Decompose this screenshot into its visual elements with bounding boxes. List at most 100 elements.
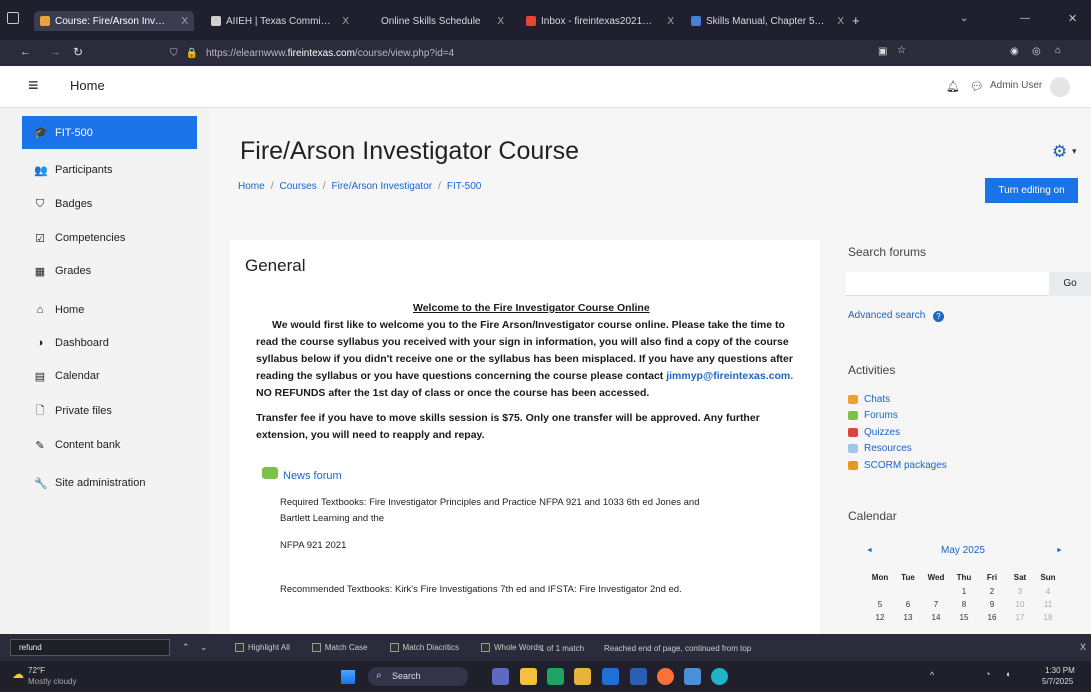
site-name[interactable]: Home xyxy=(70,78,105,93)
calendar-day[interactable]: 11 xyxy=(1034,598,1062,611)
teams-icon[interactable] xyxy=(684,668,701,685)
tray-network-icon[interactable]: ◔ xyxy=(985,669,990,679)
shield-icon[interactable]: ⛉ xyxy=(170,48,178,59)
calendar-day[interactable]: 13 xyxy=(894,611,922,624)
checkbox-icon[interactable] xyxy=(311,643,321,653)
tab-close-button[interactable]: X xyxy=(181,16,188,27)
lock-icon[interactable]: 🔒 xyxy=(186,48,198,59)
tab-overview-icon[interactable] xyxy=(7,12,19,24)
calendar-day[interactable]: 4 xyxy=(1034,585,1062,598)
news-forum-link[interactable]: News forum xyxy=(283,470,342,482)
calendar-prev-icon[interactable]: ◄ xyxy=(866,547,873,554)
start-windows-icon[interactable] xyxy=(341,670,355,684)
firefox-icon[interactable] xyxy=(657,668,674,685)
bookmark-star-icon[interactable]: ☆ xyxy=(897,45,906,56)
drawer-toggle-icon[interactable]: ≡ xyxy=(28,75,39,96)
find-option[interactable]: Whole Words xyxy=(480,643,542,653)
taskbar-search[interactable]: ⌕ Search xyxy=(368,667,468,686)
calendar-day[interactable]: 7 xyxy=(922,598,950,611)
checkbox-icon[interactable] xyxy=(389,643,399,653)
calendar-day[interactable]: 10 xyxy=(1006,598,1034,611)
weather-icon[interactable]: ☁ xyxy=(12,667,24,681)
calendar-day[interactable]: 5 xyxy=(866,598,894,611)
find-input[interactable]: refund xyxy=(10,639,170,656)
calendar-day[interactable]: 9 xyxy=(978,598,1006,611)
pocket-icon[interactable]: ◉ xyxy=(1010,46,1019,57)
find-option[interactable]: Match Diacritics xyxy=(389,643,459,653)
breadcrumb-item[interactable]: Home xyxy=(238,181,265,192)
activity-link[interactable]: SCORM packages xyxy=(848,457,947,474)
weather-desc[interactable]: Mostly cloudy xyxy=(28,677,76,686)
search-forums-input[interactable] xyxy=(846,272,1049,296)
calendar-day[interactable]: 18 xyxy=(1034,611,1062,624)
checkbox-icon[interactable] xyxy=(235,643,244,653)
turn-editing-on-button[interactable]: Turn editing on xyxy=(985,178,1078,203)
messages-icon[interactable]: 💬︎ xyxy=(970,80,984,93)
tab-close-button[interactable]: X xyxy=(497,16,504,27)
calendar-day[interactable]: 14 xyxy=(922,611,950,624)
activity-link[interactable]: Quizzes xyxy=(848,424,947,441)
excel-icon[interactable] xyxy=(547,668,564,685)
find-close-button[interactable]: X xyxy=(1080,642,1086,652)
tray-chevron-icon[interactable]: ^ xyxy=(930,670,934,680)
browser-tab[interactable]: Inbox - fireintexas2021@gmail X xyxy=(520,11,680,31)
breadcrumb-item[interactable]: Courses xyxy=(279,181,316,192)
account-icon[interactable]: ◎ xyxy=(1032,46,1041,57)
outlook-icon[interactable] xyxy=(602,668,619,685)
taskbar-time[interactable]: 1:30 PM xyxy=(1045,666,1075,675)
help-icon[interactable]: ? xyxy=(933,311,944,322)
checkbox-icon[interactable] xyxy=(480,643,490,653)
taskbar-date[interactable]: 5/7/2025 xyxy=(1042,677,1073,686)
address-field[interactable]: ⛉ 🔒 https://elearnwww.fireintexas.com/co… xyxy=(170,44,900,62)
back-arrow-icon[interactable]: ← xyxy=(20,46,31,58)
notifications-bell-icon[interactable]: 🔔︎ xyxy=(946,80,960,93)
reader-view-icon[interactable]: ▣ xyxy=(878,46,887,57)
tab-list-chevron-icon[interactable]: ⌄ xyxy=(960,13,968,24)
weather-temp[interactable]: 72°F xyxy=(28,666,45,675)
calendar-day[interactable]: 1 xyxy=(950,585,978,598)
calendar-next-icon[interactable]: ► xyxy=(1056,547,1063,554)
go-button[interactable]: Go xyxy=(1049,272,1091,296)
drawer-item-dashboard[interactable]: ◑ Dashboard xyxy=(22,328,200,358)
contact-email-link[interactable]: jimmyp@fireintexas.com. xyxy=(666,370,793,382)
file-explorer-icon[interactable] xyxy=(520,668,537,685)
breadcrumb-item[interactable]: Fire/Arson Investigator xyxy=(332,181,433,192)
extensions-icon[interactable]: ⌂ xyxy=(1055,45,1061,56)
breadcrumb-item[interactable]: FIT-500 xyxy=(447,181,481,192)
activity-link[interactable]: Resources xyxy=(848,441,947,458)
find-option[interactable]: Highlight All xyxy=(235,643,290,653)
browser-tab[interactable]: Online Skills Schedule X xyxy=(360,11,510,31)
advanced-search-link[interactable]: Advanced search xyxy=(848,310,925,321)
tab-close-button[interactable]: X xyxy=(342,16,349,27)
activity-link[interactable]: Forums xyxy=(848,408,947,425)
drawer-item-content-bank[interactable]: ✎ Content bank xyxy=(22,430,200,460)
forward-arrow-icon[interactable]: → xyxy=(50,46,61,58)
find-previous-icon[interactable]: ⌃ xyxy=(182,642,190,653)
calendar-day[interactable]: 16 xyxy=(978,611,1006,624)
user-name[interactable]: Admin User xyxy=(990,80,1042,91)
calendar-day[interactable]: 3 xyxy=(1006,585,1034,598)
task-view-icon[interactable] xyxy=(492,668,509,685)
settings-caret-icon[interactable]: ▾ xyxy=(1072,146,1077,157)
word-icon[interactable] xyxy=(630,668,647,685)
calendar-day[interactable]: 8 xyxy=(950,598,978,611)
tray-volume-icon[interactable]: ◖ xyxy=(1005,669,1010,679)
drawer-item-participants[interactable]: 👥 Participants xyxy=(22,155,200,185)
drawer-item-calendar[interactable]: ▤ Calendar xyxy=(22,361,200,391)
new-tab-button[interactable]: + xyxy=(852,13,860,28)
minimize-button[interactable]: — xyxy=(1020,13,1030,24)
tab-close-button[interactable]: X xyxy=(837,16,844,27)
calendar-month[interactable]: May 2025 xyxy=(941,545,985,556)
drawer-item-competencies[interactable]: ☑ Competencies xyxy=(22,223,200,253)
reload-icon[interactable]: ↻ xyxy=(73,45,83,59)
drawer-item-grades[interactable]: ▦ Grades xyxy=(22,256,200,286)
edge-icon[interactable] xyxy=(711,668,728,685)
folder-icon[interactable] xyxy=(574,668,591,685)
drawer-item-fit-500[interactable]: 🎓 FIT-500 xyxy=(22,116,197,149)
drawer-item-badges[interactable]: ⛉ Badges xyxy=(22,189,200,219)
find-next-icon[interactable]: ⌄ xyxy=(200,642,208,653)
close-window-button[interactable]: ✕ xyxy=(1068,12,1077,25)
calendar-day[interactable]: 12 xyxy=(866,611,894,624)
calendar-day[interactable]: 15 xyxy=(950,611,978,624)
calendar-day[interactable]: 17 xyxy=(1006,611,1034,624)
